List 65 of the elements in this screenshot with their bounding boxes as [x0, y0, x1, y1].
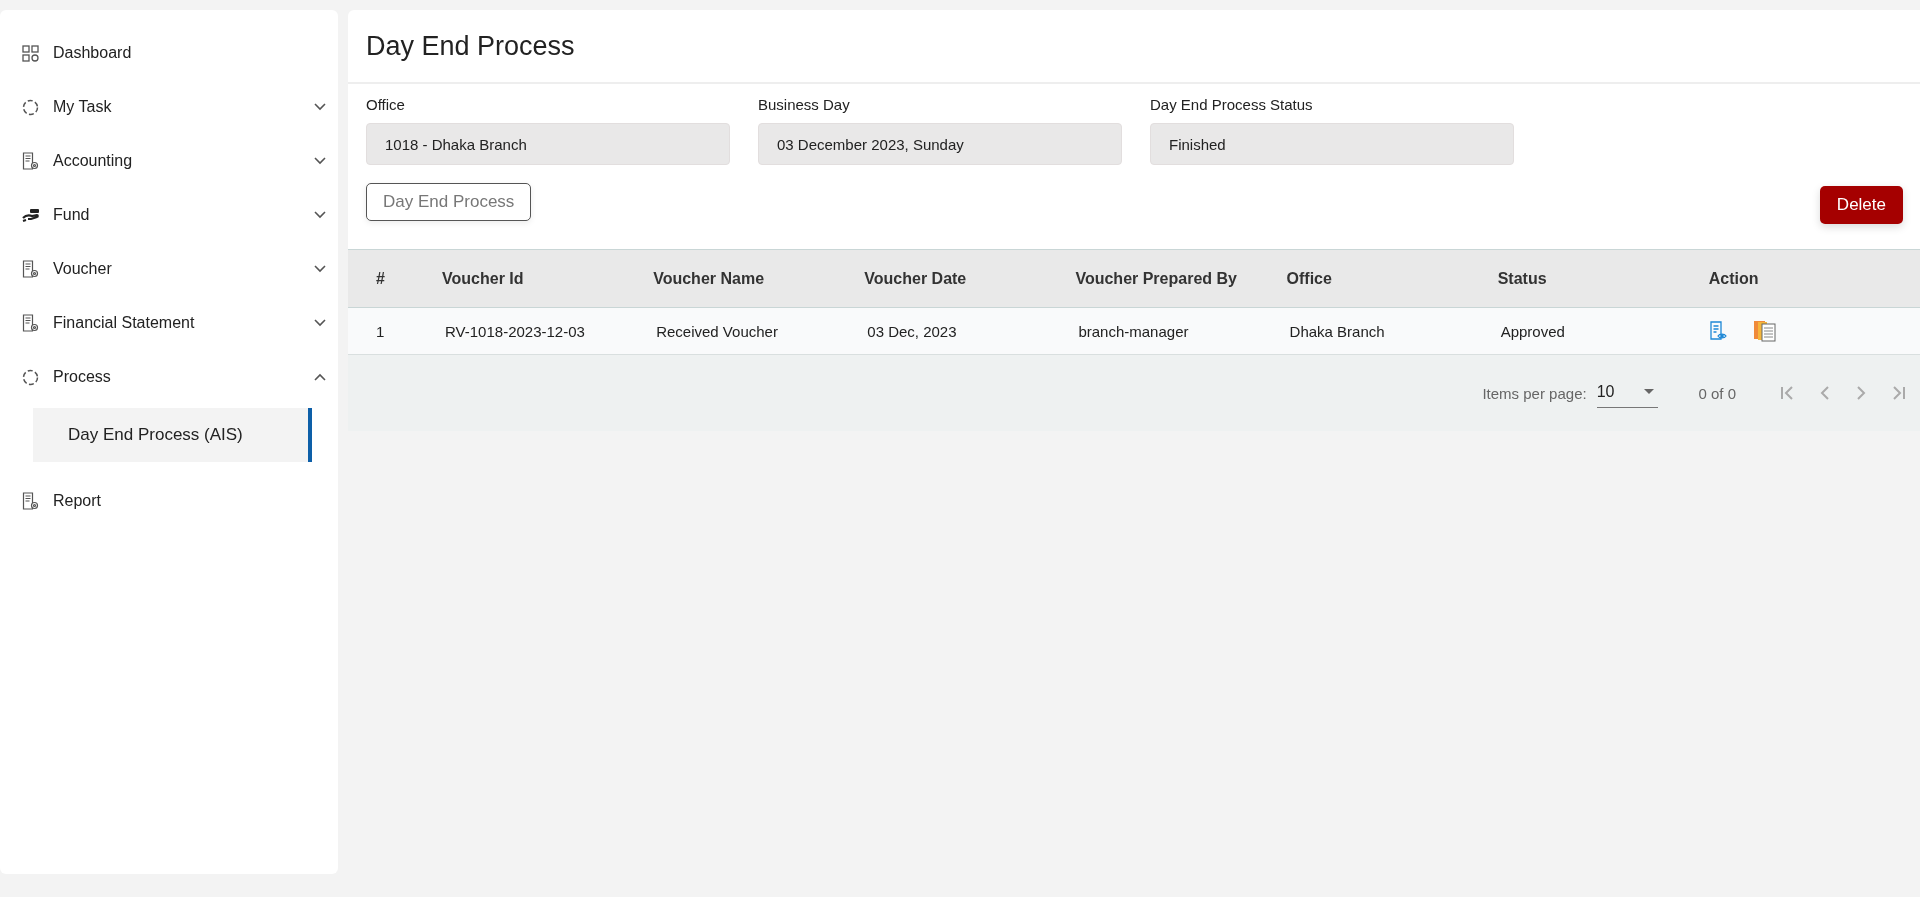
- sidebar-subitem[interactable]: Day End Process (AIS): [33, 408, 312, 462]
- column-header: Voucher Date: [864, 269, 967, 288]
- next-page-icon[interactable]: [1854, 385, 1868, 401]
- sidebar-item[interactable]: Financial Statement: [0, 296, 338, 350]
- field-label: Business Day: [758, 96, 851, 113]
- chevron-up-icon: [314, 373, 326, 381]
- last-page-icon[interactable]: [1890, 385, 1906, 401]
- table-cell: 1: [376, 322, 385, 340]
- page-size-select[interactable]: 10: [1596, 378, 1659, 408]
- chevron-down-icon: [314, 157, 326, 165]
- document-view-icon[interactable]: [1708, 321, 1729, 341]
- chevron-down-icon: [314, 103, 326, 111]
- sidebar-item[interactable]: Process: [0, 350, 338, 404]
- column-header: Voucher Id: [442, 269, 524, 288]
- table-cell-text: Approved: [1499, 322, 1565, 340]
- day-end-process-button[interactable]: Day End Process: [366, 183, 532, 221]
- delete-button[interactable]: Delete: [1819, 186, 1903, 224]
- sidebar-item-label: Process: [53, 368, 112, 386]
- table-cell-text: Received Voucher: [655, 322, 778, 340]
- sidebar-item[interactable]: My Task: [0, 80, 338, 134]
- chevron-down-icon: [314, 319, 326, 327]
- chevron-down-icon: [314, 265, 326, 273]
- column-header: Status: [1497, 269, 1547, 288]
- items-per-page-label: Items per page:: [1482, 384, 1587, 402]
- previous-page-icon[interactable]: [1818, 385, 1832, 401]
- page-range: 0 of 0: [1698, 384, 1736, 402]
- table-cell-text: 03 Dec, 2023: [866, 322, 957, 340]
- first-page-icon[interactable]: [1780, 385, 1796, 401]
- sidebar-item[interactable]: Fund: [0, 188, 338, 242]
- document-icon: [22, 152, 39, 170]
- copy-document-icon[interactable]: [1752, 320, 1777, 342]
- sidebar-item[interactable]: Voucher: [0, 242, 338, 296]
- column-header: Office: [1286, 269, 1332, 288]
- sidebar-item-label: Financial Statement: [53, 314, 196, 332]
- dashed-circle-icon: [22, 98, 39, 116]
- column-header: Voucher Name: [653, 269, 765, 288]
- sidebar-item-label: Accounting: [53, 152, 134, 170]
- readonly-field[interactable]: 03 December 2023, Sunday: [758, 123, 1122, 165]
- readonly-field[interactable]: 1018 - Dhaka Branch: [366, 123, 730, 165]
- document-icon: [22, 260, 39, 278]
- sidebar-item-label: Report: [53, 492, 103, 510]
- sidebar-item-label: Dashboard: [53, 44, 133, 62]
- readonly-field[interactable]: Finished: [1150, 123, 1514, 165]
- document-icon: [22, 314, 39, 332]
- sidebar-item[interactable]: Accounting: [0, 134, 338, 188]
- column-header: Voucher Prepared By: [1075, 269, 1237, 288]
- chevron-down-icon: [314, 211, 326, 219]
- column-header: #: [376, 269, 385, 288]
- hand-coin-icon: [22, 207, 42, 223]
- grid-icon: [22, 44, 39, 62]
- sidebar-item[interactable]: Dashboard: [0, 26, 338, 80]
- sidebar-item[interactable]: Report: [0, 474, 338, 528]
- dropdown-caret-icon: [1644, 389, 1655, 394]
- page-title: Day End Process: [366, 30, 575, 62]
- sidebar-item-label: My Task: [53, 98, 113, 116]
- column-header: Action: [1708, 269, 1759, 288]
- sidebar-item-label: Voucher: [53, 260, 113, 278]
- field-label: Day End Process Status: [1150, 96, 1314, 113]
- dashed-circle-icon: [22, 368, 39, 386]
- table-cell-text: Dhaka Branch: [1288, 322, 1385, 340]
- sidebar-item-label: Fund: [53, 206, 91, 224]
- table-cell-text: RV-1018-2023-12-03: [444, 322, 585, 340]
- document-icon: [22, 492, 39, 510]
- table-cell-text: branch-manager: [1077, 322, 1189, 340]
- field-label: Office: [366, 96, 406, 113]
